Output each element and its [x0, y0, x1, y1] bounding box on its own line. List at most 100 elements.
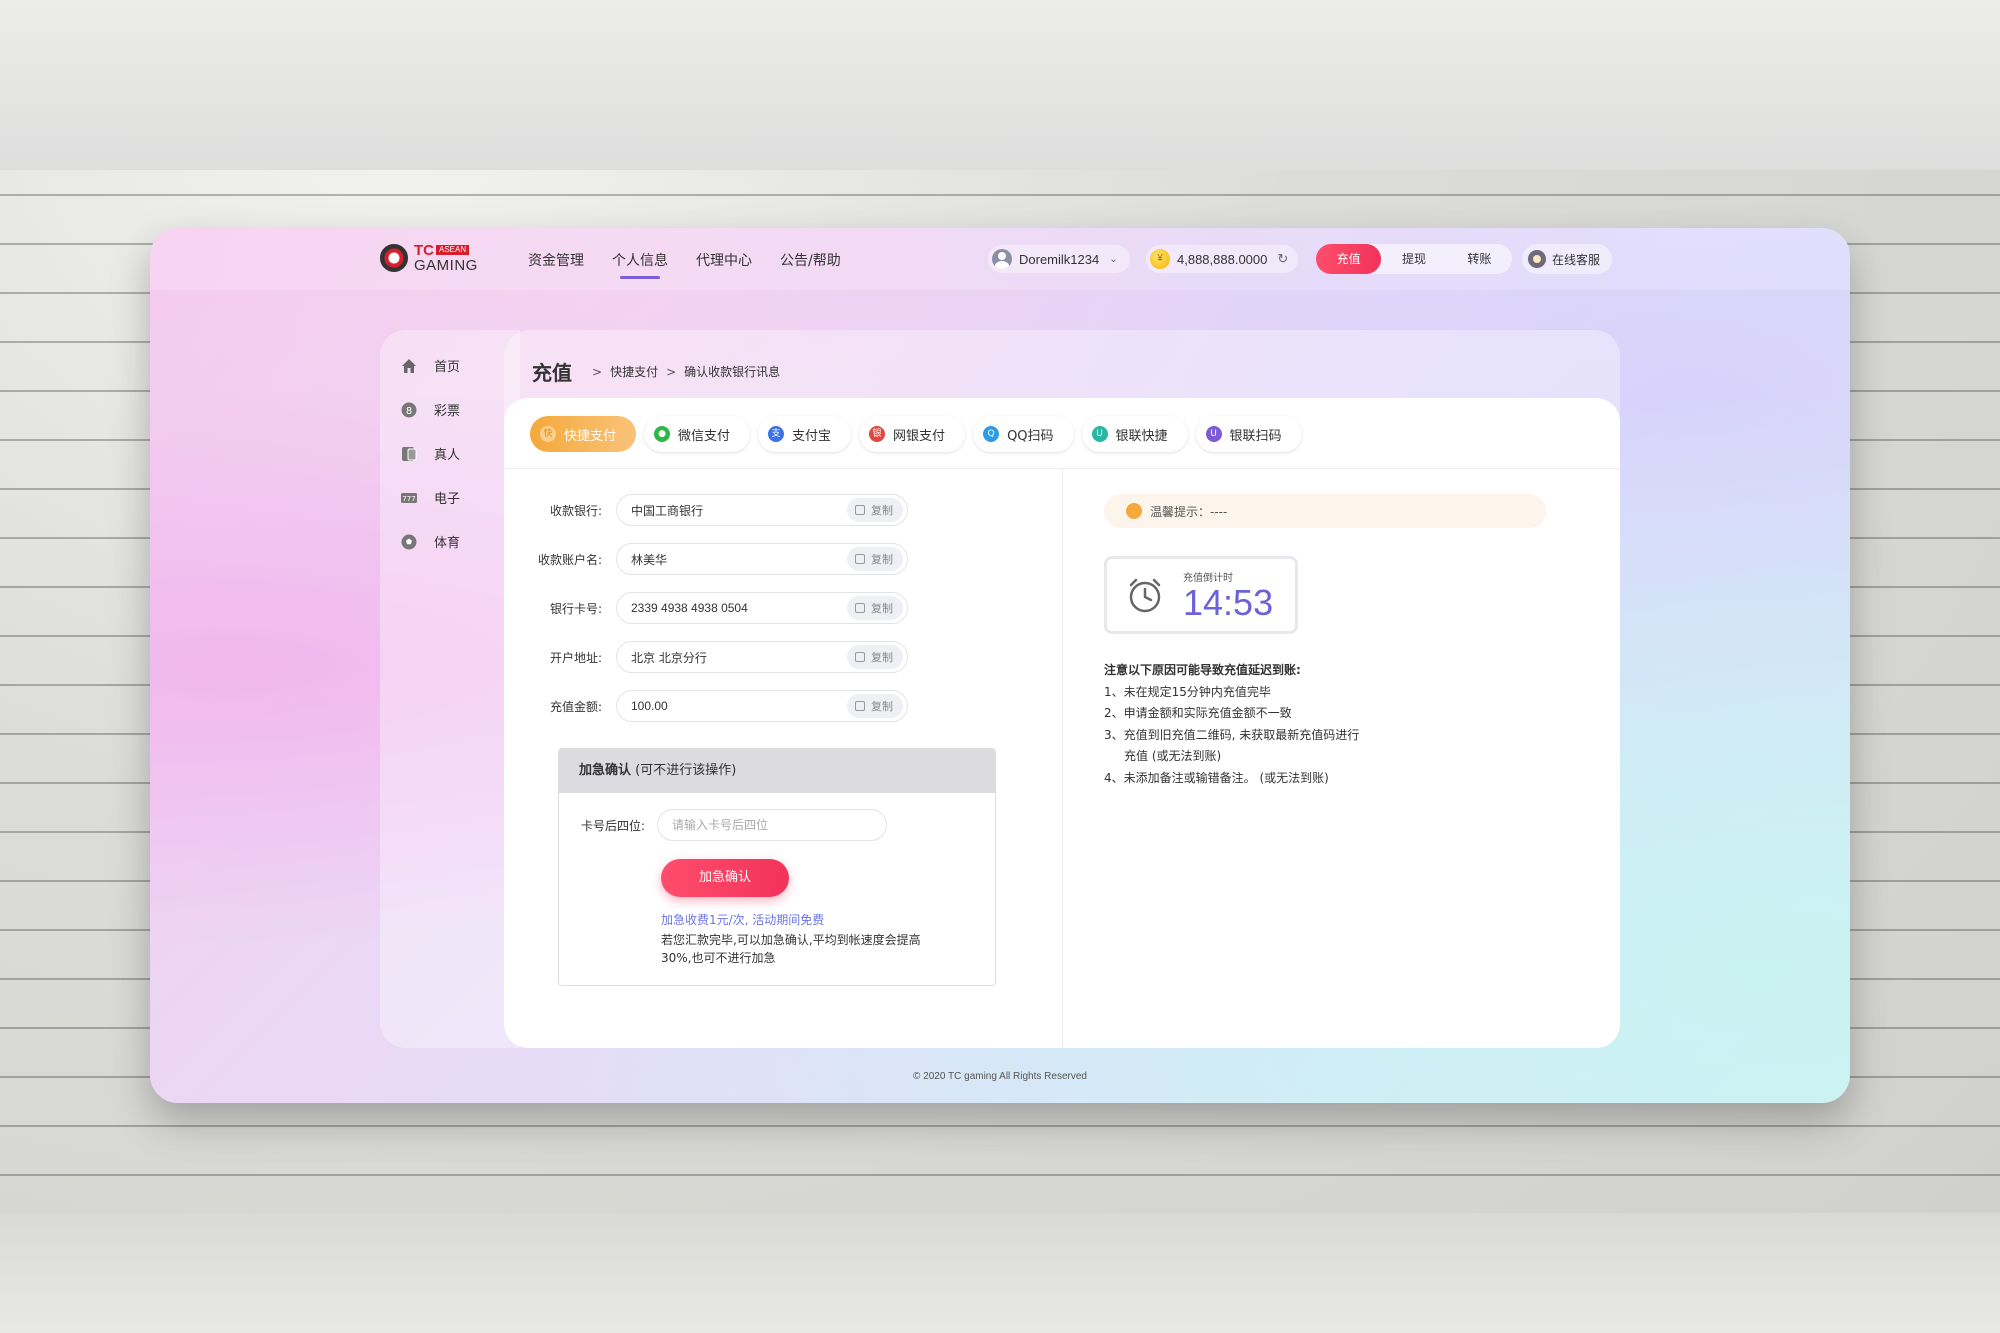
field-account-name: 收款账户名: 林美华 复制 — [504, 543, 908, 575]
copy-icon — [855, 554, 865, 564]
tab-wechat-pay[interactable]: ● 微信支付 — [644, 416, 751, 452]
slot-icon: 777 — [400, 489, 418, 507]
alarm-clock-icon — [1125, 575, 1165, 615]
copy-button[interactable]: 复制 — [847, 547, 903, 571]
tab-label: 银联扫码 — [1229, 428, 1282, 444]
sidebar-item-label: 彩票 — [434, 404, 461, 419]
urgent-confirm-button[interactable]: 加急确认 — [661, 859, 789, 897]
quick-pay-icon: 快 — [540, 426, 556, 442]
field-value-box: 100.00 复制 — [616, 690, 908, 722]
transfer-button[interactable]: 转账 — [1447, 244, 1512, 274]
sidebar-item-label: 首页 — [434, 360, 461, 375]
wallet-actions: 充值 提现 转账 — [1316, 244, 1512, 274]
field-receiving-bank: 收款银行: 中国工商银行 复制 — [504, 494, 908, 526]
paper-torn-top — [0, 0, 2000, 170]
breadcrumb-separator: > — [666, 365, 677, 379]
top-header: TC ASEAN GAMING 资金管理 个人信息 代理中心 公告/帮助 Dore… — [150, 228, 1850, 290]
delay-notes: 注意以下原因可能导致充值延迟到账: 1、未在规定15分钟内充值完毕 2、申请金额… — [1104, 660, 1359, 789]
tab-alipay[interactable]: 支 支付宝 — [758, 416, 852, 452]
tab-quick-pay[interactable]: 快 快捷支付 — [530, 416, 637, 452]
urgent-fee-text: 加急收费1元/次, 活动期间免费 — [661, 913, 825, 927]
svg-text:777: 777 — [402, 495, 415, 503]
online-service-label: 在线客服 — [1552, 252, 1601, 267]
field-value: 北京 北京分行 — [631, 650, 707, 665]
chat-bubble-icon — [1126, 503, 1142, 519]
svg-text:8: 8 — [406, 406, 412, 417]
lottery-icon: 8 — [400, 401, 418, 419]
field-value: 中国工商银行 — [631, 503, 704, 518]
tab-unionpay-quick[interactable]: U 银联快捷 — [1081, 416, 1188, 452]
nav-agent-center[interactable]: 代理中心 — [696, 250, 752, 270]
online-service-button[interactable]: 在线客服 — [1522, 244, 1613, 274]
field-value-box: 北京 北京分行 复制 — [616, 641, 908, 673]
copy-button[interactable]: 复制 — [847, 596, 903, 620]
footer-copyright: © 2020 TC gaming All Rights Reserved — [913, 1071, 1087, 1082]
copy-button[interactable]: 复制 — [847, 498, 903, 522]
balance-amount: 4,888,888.0000 — [1177, 251, 1268, 267]
field-value-box: 2339 4938 4938 0504 复制 — [616, 592, 908, 624]
card-last4-label: 卡号后四位: — [580, 818, 645, 833]
logo[interactable]: TC ASEAN GAMING — [380, 242, 478, 273]
nav-personal-info[interactable]: 个人信息 — [612, 250, 668, 279]
logo-text: TC ASEAN GAMING — [414, 242, 478, 273]
urgent-confirm-note: (可不进行该操作) — [635, 763, 737, 778]
tab-label: 快捷支付 — [564, 428, 617, 444]
card-last4-input[interactable]: 请输入卡号后四位 — [657, 809, 887, 841]
field-label: 充值金额: — [549, 699, 602, 714]
app-window: TC ASEAN GAMING 资金管理 个人信息 代理中心 公告/帮助 Dore… — [150, 228, 1850, 1103]
sidebar-item-lottery[interactable]: 8 彩票 — [400, 400, 460, 419]
sidebar: 首页 8 彩票 真人 777 电子 体育 — [380, 330, 520, 1048]
tab-qq-scan[interactable]: Q QQ扫码 — [973, 416, 1074, 452]
tab-label: QQ扫码 — [1007, 428, 1054, 444]
copy-label: 复制 — [871, 504, 893, 517]
payment-tabs: 快 快捷支付 ● 微信支付 支 支付宝 银 网银支付 Q QQ扫码 U 银联快捷… — [530, 416, 1310, 452]
unionpay-scan-icon: U — [1205, 426, 1222, 442]
refresh-icon[interactable]: ↻ — [1277, 251, 1288, 267]
urgent-confirm-header: 加急确认 (可不进行该操作) — [559, 749, 995, 793]
main-nav: 资金管理 个人信息 代理中心 公告/帮助 — [528, 250, 869, 279]
logo-asean: ASEAN — [436, 245, 470, 255]
urgent-confirm-title: 加急确认 — [579, 763, 632, 778]
timer-text: 充值倒计时 14:53 — [1183, 569, 1273, 622]
copy-icon — [855, 505, 865, 515]
page-title: 充值 — [532, 361, 572, 385]
tab-label: 银联快捷 — [1115, 428, 1168, 444]
user-menu[interactable]: Doremilk1234 ⌄ — [988, 245, 1130, 273]
user-avatar-icon — [992, 249, 1012, 269]
breadcrumb-item[interactable]: 快捷支付 — [610, 365, 658, 379]
logo-gaming: GAMING — [414, 257, 478, 274]
field-value: 100.00 — [631, 699, 668, 713]
customer-service-icon — [1528, 250, 1546, 268]
deposit-button[interactable]: 充值 — [1316, 244, 1382, 274]
timer-value: 14:53 — [1183, 581, 1274, 623]
sidebar-item-slots[interactable]: 777 电子 — [400, 488, 460, 507]
main-panel: 充值 > 快捷支付 > 确认收款银行讯息 快 快捷支付 ● 微信支付 支 支付宝 — [504, 330, 1620, 1048]
notes-item: 1、未在规定15分钟内充值完毕 — [1104, 684, 1271, 699]
tab-online-banking[interactable]: 银 网银支付 — [859, 416, 966, 452]
warm-tip-text: 温馨提示：---- — [1150, 504, 1228, 519]
field-label: 开户地址: — [549, 650, 602, 665]
sidebar-item-live[interactable]: 真人 — [400, 444, 460, 463]
soccer-icon — [400, 533, 418, 551]
copy-button[interactable]: 复制 — [847, 645, 903, 669]
live-card-icon — [400, 445, 418, 463]
sidebar-item-home[interactable]: 首页 — [400, 356, 460, 375]
field-label: 收款账户名: — [537, 552, 602, 567]
notes-heading: 注意以下原因可能导致充值延迟到账: — [1104, 663, 1301, 677]
tab-unionpay-scan[interactable]: U 银联扫码 — [1195, 416, 1302, 452]
copy-icon — [855, 603, 865, 613]
field-card-number: 银行卡号: 2339 4938 4938 0504 复制 — [504, 592, 908, 624]
tab-label: 微信支付 — [678, 428, 731, 444]
home-icon — [400, 357, 418, 375]
sidebar-item-sports[interactable]: 体育 — [400, 532, 460, 551]
notes-item: 3、充值到旧充值二维码, 未获取最新充值码进行 — [1104, 727, 1360, 742]
divider — [1062, 468, 1063, 1048]
nav-fund-management[interactable]: 资金管理 — [528, 250, 584, 270]
field-value: 2339 4938 4938 0504 — [631, 601, 748, 615]
withdraw-button[interactable]: 提现 — [1381, 244, 1446, 274]
field-value: 林美华 — [631, 552, 668, 567]
field-label: 收款银行: — [549, 503, 602, 518]
breadcrumb: > 快捷支付 > 确认收款银行讯息 — [584, 363, 780, 380]
nav-announcement-help[interactable]: 公告/帮助 — [780, 250, 841, 270]
copy-button[interactable]: 复制 — [847, 694, 903, 718]
